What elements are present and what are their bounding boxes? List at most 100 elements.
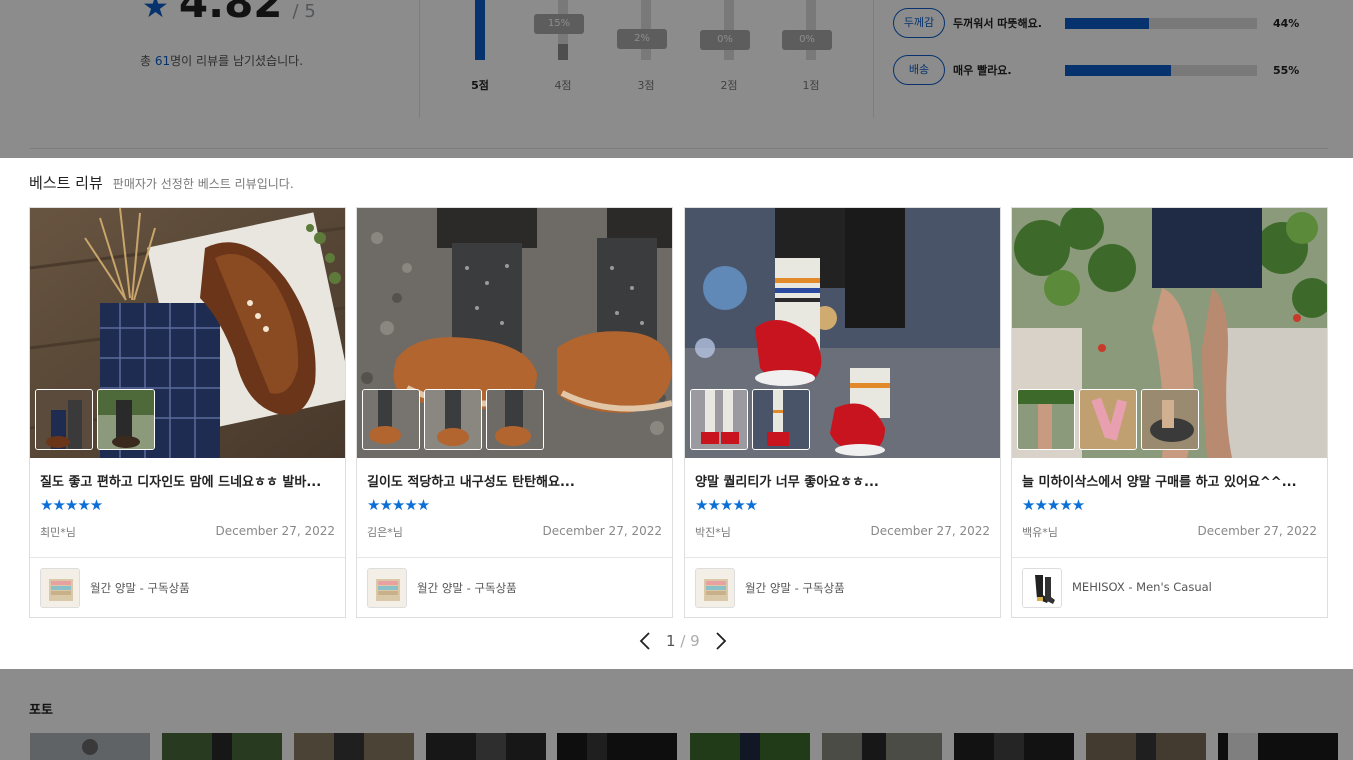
chevron-left-icon (639, 632, 650, 650)
rating-summary: ★ 4.82 / 5 총 61명이 리뷰를 남기셨습니다. 5점 15% 4점 … (0, 0, 1353, 158)
pagination: 1 / 9 (636, 630, 730, 652)
section-subtitle: 판매자가 선정한 베스트 리뷰입니다. (112, 177, 294, 191)
keyword-text: 두꺼워서 따뜻해요. (953, 17, 1042, 30)
photo-thumbnail[interactable] (557, 733, 677, 760)
review-date: December 27, 2022 (215, 524, 335, 538)
rating-bar-5: 5점 (450, 0, 510, 110)
keyword-tags: 두께감 두꺼워서 따뜻해요. 44% 배송 매우 빨라요. 55% (893, 8, 1313, 102)
review-date: December 27, 2022 (1197, 524, 1317, 538)
divider (357, 557, 672, 558)
review-author: 최민*님 (40, 526, 76, 539)
product-name[interactable]: 월간 양말 - 구독상품 (745, 580, 845, 596)
divider (419, 0, 420, 118)
rating-bar-3: 2% 3점 (616, 0, 676, 110)
divider (873, 0, 874, 118)
section-header: 베스트 리뷰 판매자가 선정한 베스트 리뷰입니다. (29, 172, 294, 193)
review-card[interactable]: 양말 퀄리티가 너무 좋아요ㅎㅎ... ★★★★★ 박진*님 December … (684, 207, 1001, 618)
review-count-text: 총 61명이 리뷰를 남기셨습니다. (140, 54, 304, 68)
review-thumbnail[interactable] (690, 389, 748, 450)
keyword-bar (1065, 17, 1257, 29)
current-page: 1 (666, 632, 676, 650)
photo-thumbnail[interactable] (294, 733, 414, 760)
review-author: 백유*님 (1022, 526, 1058, 539)
divider (1012, 557, 1327, 558)
review-thumbnail[interactable] (1017, 389, 1075, 450)
product-thumbnail[interactable] (695, 568, 735, 608)
average-rating: ★ 4.82 / 5 (142, 0, 316, 27)
review-card[interactable]: 질도 좋고 편하고 디자인도 맘에 드네요ㅎㅎ 발바... ★★★★★ 최민*님… (29, 207, 346, 618)
photo-thumbnail[interactable] (954, 733, 1074, 760)
review-thumbnail[interactable] (424, 389, 482, 450)
review-title: 늘 미하이삭스에서 양말 구매를 하고 있어요^^... (1022, 475, 1297, 490)
rating-bar-1: 0% 1점 (781, 0, 841, 110)
review-stars: ★★★★★ (695, 496, 758, 514)
review-thumbnail[interactable] (752, 389, 810, 450)
review-stars: ★★★★★ (1022, 496, 1085, 514)
product-name[interactable]: 월간 양말 - 구독상품 (90, 580, 190, 596)
total-pages: 9 (690, 632, 700, 650)
percent-badge: 0% (782, 30, 832, 50)
percent-badge: 2% (617, 29, 667, 49)
review-title: 질도 좋고 편하고 디자인도 맘에 드네요ㅎㅎ 발바... (40, 475, 322, 490)
divider (30, 148, 1328, 149)
section-title: 베스트 리뷰 (29, 174, 103, 192)
review-count: 61 (154, 54, 171, 68)
percent-badge: 15% (534, 14, 584, 34)
page-indicator: 1 / 9 (666, 632, 700, 650)
star-icon: ★ (142, 0, 169, 25)
review-date: December 27, 2022 (542, 524, 662, 538)
keyword-chip[interactable]: 배송 (893, 55, 945, 85)
keyword-percent: 55% (1273, 63, 1300, 77)
percent-badge: 0% (700, 30, 750, 50)
product-name[interactable]: 월간 양말 - 구독상품 (417, 580, 517, 596)
product-name[interactable]: MEHISOX - Men's Casual (1072, 580, 1212, 594)
keyword-percent: 44% (1273, 16, 1300, 30)
rating-max: / 5 (292, 1, 316, 22)
review-stars: ★★★★★ (367, 496, 430, 514)
keyword-text: 매우 빨라요. (953, 64, 1012, 77)
chevron-right-icon (716, 632, 726, 650)
product-thumbnail[interactable] (367, 568, 407, 608)
thumbnail-strip (362, 389, 544, 450)
product-thumbnail[interactable] (1022, 568, 1062, 608)
rating-bar-4: 15% 4점 (533, 0, 593, 110)
photo-thumbnail[interactable] (426, 733, 546, 760)
keyword-row: 두께감 두꺼워서 따뜻해요. 44% (893, 8, 1313, 38)
photo-thumbnail[interactable] (1218, 733, 1338, 760)
review-title: 양말 퀄리티가 너무 좋아요ㅎㅎ... (695, 475, 879, 490)
review-thumbnail[interactable] (1079, 389, 1137, 450)
divider (30, 557, 345, 558)
photo-thumbnail[interactable] (162, 733, 282, 760)
review-stars: ★★★★★ (40, 496, 103, 514)
thumbnail-strip (1017, 389, 1199, 450)
review-card[interactable]: 길이도 적당하고 내구성도 탄탄해요... ★★★★★ 김은*님 Decembe… (356, 207, 673, 618)
product-thumbnail[interactable] (40, 568, 80, 608)
review-date: December 27, 2022 (870, 524, 990, 538)
review-thumbnail[interactable] (97, 389, 155, 450)
review-title: 길이도 적당하고 내구성도 탄탄해요... (367, 475, 575, 490)
rating-distribution: 5점 15% 4점 2% 3점 0% 2점 0% 1점 (450, 0, 845, 110)
photo-thumbnail[interactable] (822, 733, 942, 760)
keyword-bar (1065, 64, 1257, 76)
review-thumbnail[interactable] (362, 389, 420, 450)
divider (685, 557, 1000, 558)
photo-section: 포토 (0, 669, 1353, 760)
keyword-row: 배송 매우 빨라요. 55% (893, 55, 1313, 85)
review-thumbnail[interactable] (486, 389, 544, 450)
thumbnail-strip (35, 389, 155, 450)
prev-page-button[interactable] (636, 630, 654, 652)
review-card[interactable]: 늘 미하이삭스에서 양말 구매를 하고 있어요^^... ★★★★★ 백유*님 … (1011, 207, 1328, 618)
best-reviews-section: 베스트 리뷰 판매자가 선정한 베스트 리뷰입니다. 질도 좋고 편하고 디자인… (0, 158, 1353, 669)
photo-thumbnail[interactable] (1086, 733, 1206, 760)
photo-thumbnail[interactable] (690, 733, 810, 760)
thumbnail-strip (690, 389, 810, 450)
photo-section-title: 포토 (29, 703, 53, 718)
review-thumbnail[interactable] (35, 389, 93, 450)
rating-bar-2: 0% 2점 (699, 0, 759, 110)
photo-thumbnail[interactable] (30, 733, 150, 760)
review-author: 박진*님 (695, 526, 731, 539)
review-thumbnail[interactable] (1141, 389, 1199, 450)
keyword-chip[interactable]: 두께감 (893, 8, 945, 38)
next-page-button[interactable] (712, 630, 730, 652)
rating-score: 4.82 (178, 0, 283, 27)
